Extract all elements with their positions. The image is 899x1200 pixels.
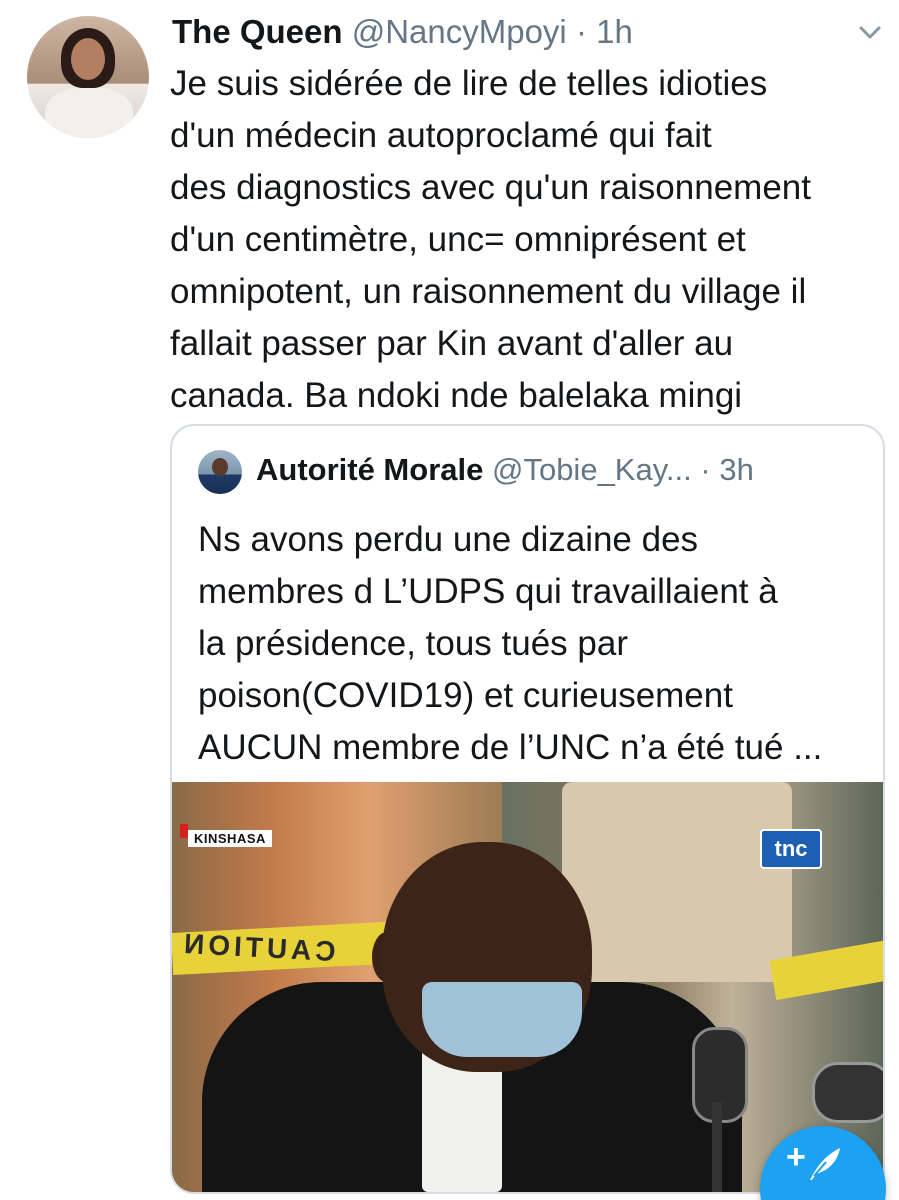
tweet-text: Je suis sidérée de lire de telles idioti… [170,64,811,415]
tweet-header: The Queen @NancyMpoyi · 1h [172,12,633,52]
quoted-tweet[interactable]: Autorité Morale @Tobie_Kay... · 3h Ns av… [170,424,885,1194]
tweet[interactable]: The Queen @NancyMpoyi · 1h Je suis sidér… [0,0,899,1200]
separator-dot: · [575,13,587,50]
live-tag [180,824,188,838]
plus-icon: + [786,1138,806,1176]
location-label: KINSHASA [188,830,272,847]
channel-logo: tnc [760,829,822,869]
quoted-header: Autorité Morale @Tobie_Kay... · 3h [256,450,754,490]
avatar-face [71,38,105,80]
avatar[interactable] [27,16,149,138]
photo-face-mask [422,982,582,1057]
quoted-media-image[interactable]: CAUTION KINSHASA tnc [172,782,883,1192]
avatar-body [45,88,133,138]
author-name[interactable]: The Queen [172,13,343,50]
quoted-timestamp[interactable]: 3h [719,452,753,487]
compose-tweet-icon [810,1148,840,1180]
microphone-icon [812,1062,883,1123]
tweet-timestamp[interactable]: 1h [596,13,633,50]
quoted-text: Ns avons perdu une dizaine des membres d… [198,520,823,767]
quoted-avatar[interactable] [198,450,242,494]
photo-bystander [562,782,792,982]
quoted-avatar-head [212,458,228,476]
separator-dot: · [700,452,711,487]
author-handle[interactable]: @NancyMpoyi [352,13,567,50]
quoted-author-handle[interactable]: @Tobie_Kay... [492,452,692,487]
quoted-author-name[interactable]: Autorité Morale [256,452,483,487]
microphone-stand [712,1102,722,1192]
chevron-down-icon[interactable] [855,18,885,48]
